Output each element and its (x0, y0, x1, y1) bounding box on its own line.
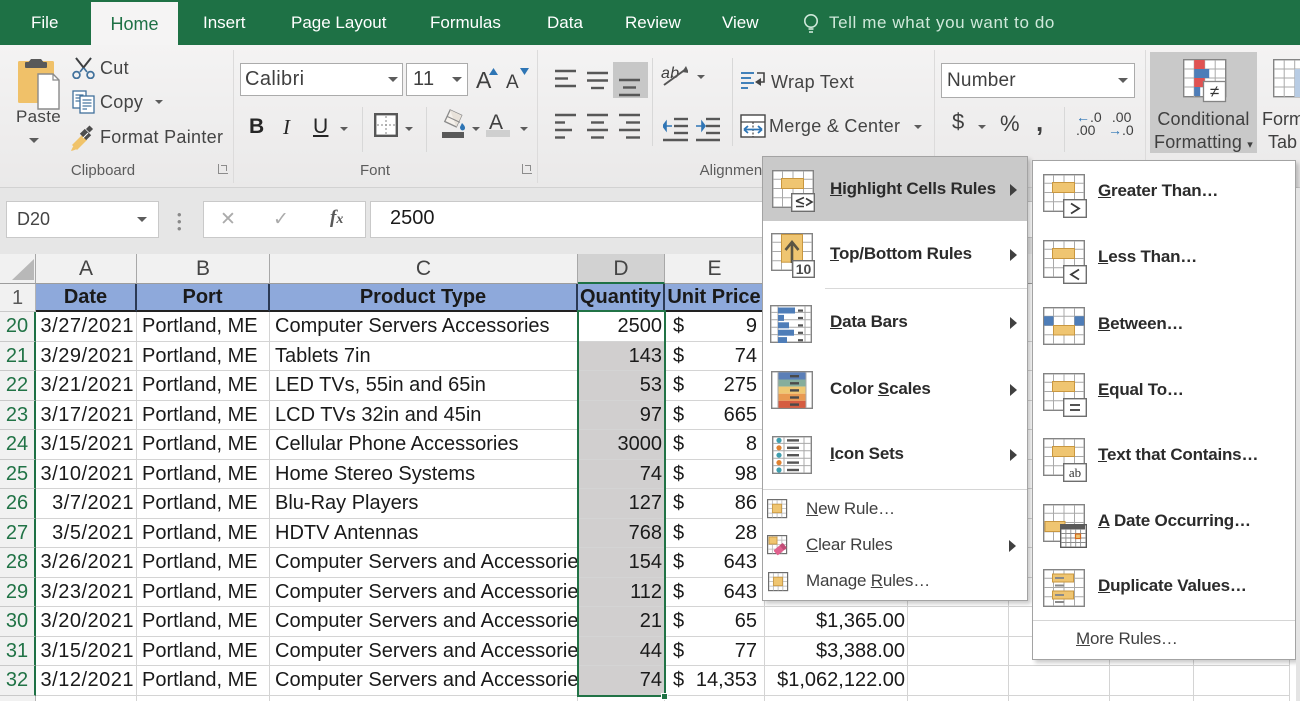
svg-text:10: 10 (796, 261, 812, 277)
svg-text:ab: ab (1069, 465, 1081, 480)
svg-text:≠: ≠ (1210, 82, 1219, 101)
